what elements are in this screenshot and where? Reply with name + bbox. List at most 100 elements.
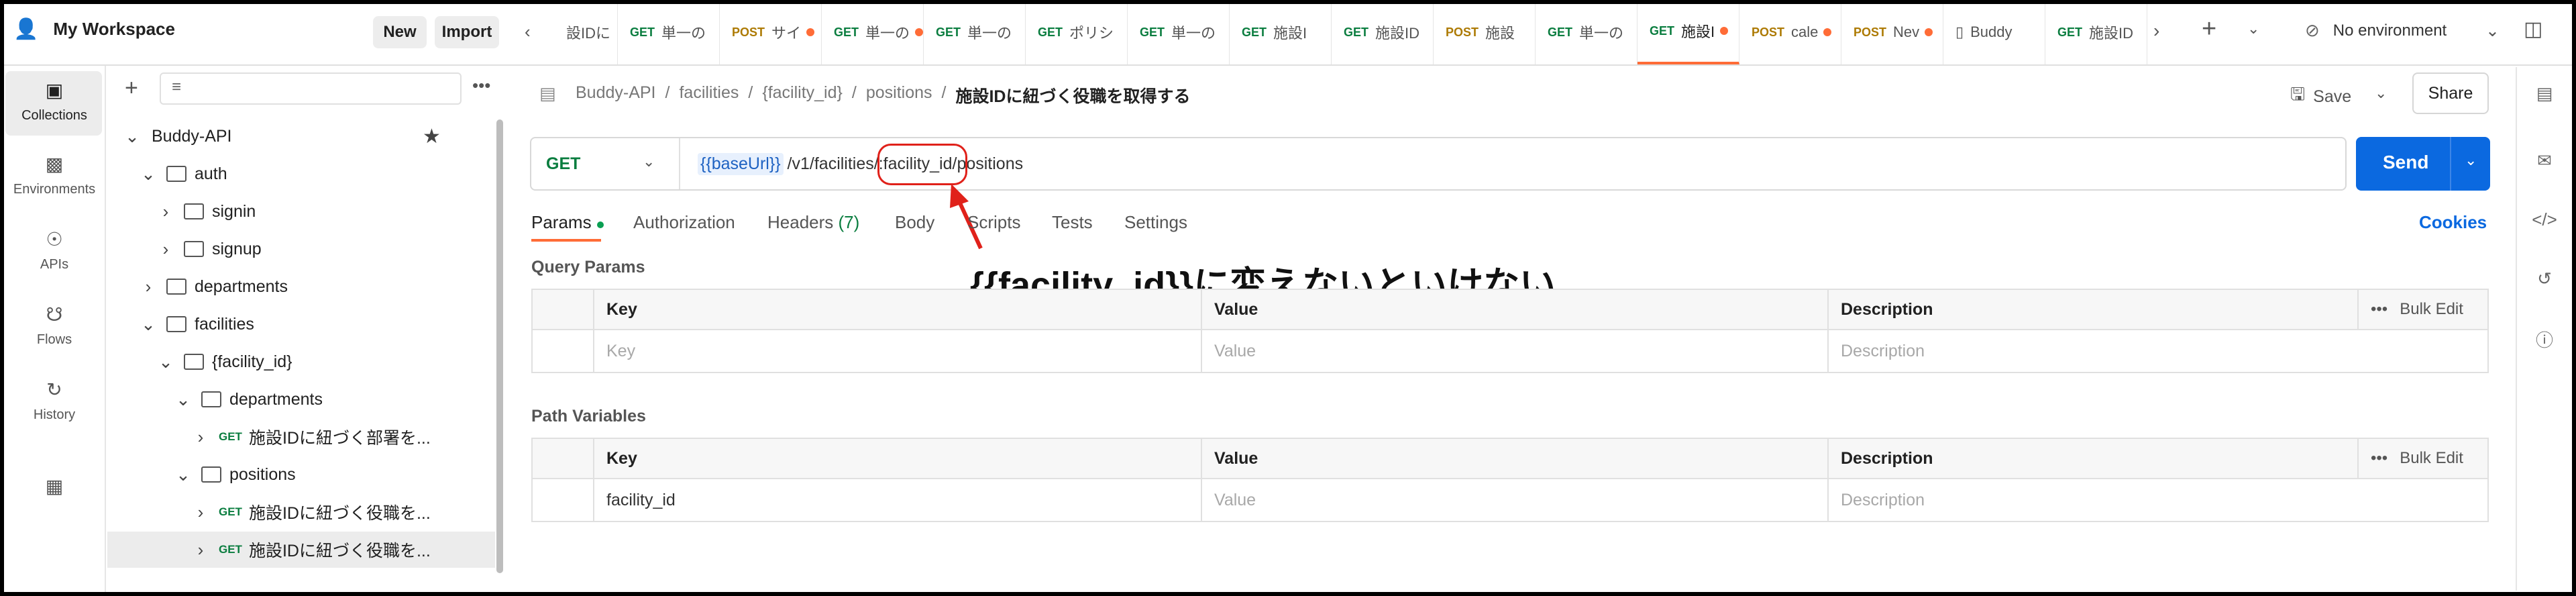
tree-folder[interactable]: ⌄ positions — [107, 456, 495, 493]
bulk-edit-button[interactable]: ••• Bulk Edit — [2357, 439, 2489, 478]
flows-icon: ☋ — [46, 304, 63, 325]
request-tab[interactable]: GET ポリシ — [1026, 0, 1128, 64]
value-input[interactable]: Value — [1201, 330, 1827, 372]
share-button[interactable]: Share — [2412, 72, 2489, 114]
tab-params[interactable]: Params — [531, 212, 604, 233]
tree-label: 施設IDに紐づく役職を... — [248, 504, 431, 523]
value-input[interactable]: Value — [1201, 479, 1827, 521]
star-icon[interactable]: ★ — [423, 125, 441, 148]
rail-history[interactable]: ↻ History — [5, 379, 103, 423]
tab-settings[interactable]: Settings — [1124, 212, 1187, 233]
new-tab-icon[interactable]: + — [2202, 15, 2216, 44]
documentation-icon[interactable]: ▤ — [2534, 83, 2555, 103]
add-collection-icon[interactable]: + — [125, 75, 138, 101]
tab-scripts[interactable]: Scripts — [967, 212, 1020, 233]
http-icon: ▤ — [539, 83, 556, 103]
rail-flows[interactable]: ☋ Flows — [5, 303, 103, 348]
new-button[interactable]: New — [373, 16, 427, 48]
key-input[interactable]: Key — [593, 330, 1201, 372]
related-collections-icon[interactable]: ↺ — [2534, 268, 2555, 289]
request-tab[interactable]: ▯ Buddy — [1943, 0, 2045, 64]
column-header: Description — [1827, 290, 2317, 329]
request-tab[interactable]: POST cale — [1739, 0, 1841, 64]
request-tab[interactable]: GET 単一の — [924, 0, 1026, 64]
rail-apis[interactable]: ☉ APIs — [5, 228, 103, 272]
tree-root[interactable]: ⌄ Buddy-API ★ — [107, 118, 495, 154]
breadcrumb-item[interactable]: Buddy-API — [576, 83, 656, 107]
method-select[interactable]: GET ⌄ — [531, 138, 680, 189]
chevron-down-icon[interactable]: ⌄ — [2465, 152, 2477, 169]
cookies-link[interactable]: Cookies — [2419, 212, 2487, 233]
more-icon[interactable]: ••• — [472, 75, 490, 96]
rail-configure[interactable]: ▦ — [5, 475, 103, 497]
tab-label: 単一の — [967, 25, 1012, 42]
request-tab[interactable]: GET 施設ID — [1332, 0, 1434, 64]
description-input[interactable]: Description — [1827, 479, 2489, 521]
environment-selector[interactable]: ⊘ No environment ⌄ — [2305, 20, 2500, 41]
tree-folder[interactable]: › signup — [107, 231, 495, 267]
request-tab[interactable]: POST 施設 — [1434, 0, 1536, 64]
tree-folder[interactable]: ⌄ departments — [107, 381, 495, 417]
sidebar-scrollbar[interactable] — [496, 119, 503, 573]
bulk-edit-button[interactable]: ••• Bulk Edit — [2357, 290, 2489, 329]
workspace-switcher[interactable]: 👤 My Workspace — [13, 17, 175, 41]
method-badge: GET — [1140, 25, 1165, 39]
import-button[interactable]: Import — [435, 16, 499, 48]
tab-label: ポリシ — [1069, 25, 1114, 42]
comments-icon[interactable]: ✉ — [2534, 150, 2555, 170]
rail-collections[interactable]: ▣ Collections — [5, 79, 103, 123]
tab-authorization[interactable]: Authorization — [633, 212, 735, 233]
info-icon[interactable]: ⓘ — [2534, 329, 2555, 350]
folder-icon — [184, 354, 204, 370]
breadcrumb-item[interactable]: {facility_id} — [762, 83, 843, 107]
breadcrumb-item[interactable]: positions — [866, 83, 932, 107]
method-badge: POST — [1752, 25, 1785, 39]
unsaved-dot — [806, 28, 815, 36]
environment-quick-look-icon[interactable]: ◫ — [2524, 17, 2542, 41]
save-button[interactable]: 🖫 Save — [2290, 82, 2351, 111]
tab-body[interactable]: Body — [895, 212, 934, 233]
filter-icon: ≡ — [172, 78, 182, 96]
request-tab[interactable]: GET 単一の — [1128, 0, 1230, 64]
request-tab[interactable]: 設IDに — [554, 0, 618, 64]
request-tab[interactable]: POST Nev — [1841, 0, 1943, 64]
tab-headers[interactable]: Headers (7) — [767, 212, 859, 233]
send-button[interactable]: Send ⌄ — [2356, 137, 2490, 191]
tree-folder[interactable]: ⌄ auth — [107, 156, 495, 192]
rail-environments[interactable]: ▩ Environments — [5, 153, 103, 197]
request-tab[interactable]: GET 単一の — [1536, 0, 1638, 64]
more-icon: ••• — [2371, 300, 2388, 318]
tab-label: 施設 — [1485, 25, 1515, 42]
request-tab[interactable]: GET 単一の — [618, 0, 720, 64]
environment-label: No environment — [2332, 21, 2447, 40]
tabs-menu-chevron-down-icon[interactable]: ⌄ — [2247, 20, 2259, 38]
request-tab[interactable]: POST サイ — [720, 0, 822, 64]
tree-request[interactable]: › GET 施設IDに紐づく部署を... — [107, 419, 495, 455]
tab-tests[interactable]: Tests — [1052, 212, 1093, 233]
tab-label: cale — [1791, 23, 1819, 40]
chevron-down-icon: ⌄ — [158, 351, 173, 372]
tree-request-selected[interactable]: › GET 施設IDに紐づく役職を... — [107, 532, 495, 568]
request-tab[interactable]: GET 施設I — [1230, 0, 1332, 64]
breadcrumb-item[interactable]: facilities — [679, 83, 739, 107]
chevron-right-icon: › — [145, 276, 152, 297]
description-input[interactable]: Description — [1827, 330, 2489, 372]
rail-label: Collections — [21, 108, 87, 123]
request-tab[interactable]: GET 施設I — [1638, 0, 1739, 64]
tabs-scroll-right-icon[interactable]: › — [2153, 20, 2159, 42]
request-tab[interactable]: GET 単一の — [822, 0, 924, 64]
unsaved-dot — [915, 28, 923, 36]
tab-label: Buddy — [1970, 23, 2012, 40]
tree-request[interactable]: › GET 施設IDに紐づく役職を... — [107, 494, 495, 530]
tree-folder[interactable]: ⌄ facilities — [107, 306, 495, 342]
tree-folder[interactable]: › signin — [107, 193, 495, 230]
request-tab[interactable]: GET 施設ID — [2045, 0, 2147, 64]
save-options-chevron-down-icon[interactable]: ⌄ — [2375, 85, 2387, 102]
sidebar-search-input[interactable]: ≡ — [160, 72, 462, 105]
path-variables-row: facility_id Value Description — [531, 479, 2489, 522]
chevron-down-icon: ⌄ — [125, 126, 140, 146]
tree-label: 施設IDに紐づく部署を... — [248, 429, 431, 448]
tree-folder[interactable]: › departments — [107, 268, 495, 305]
code-icon[interactable]: </> — [2532, 209, 2557, 230]
tree-folder[interactable]: ⌄ {facility_id} — [107, 344, 495, 380]
